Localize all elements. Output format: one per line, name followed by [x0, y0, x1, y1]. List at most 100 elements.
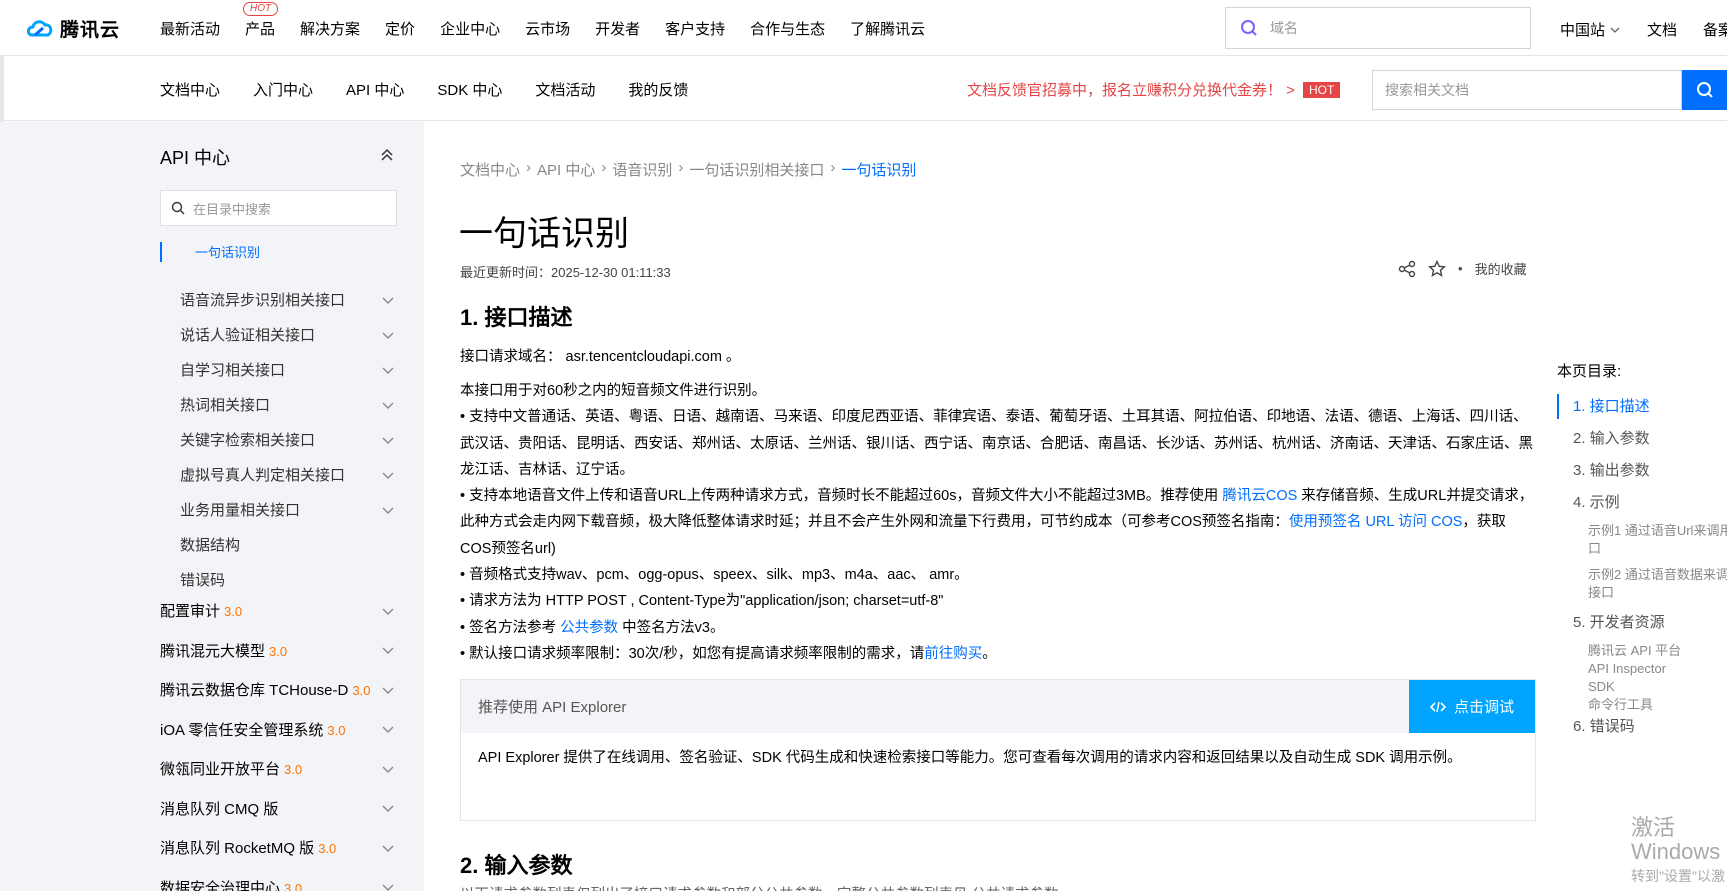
- nav-latest-activity[interactable]: 最新活动: [160, 18, 220, 39]
- toc-subitem[interactable]: 示例1 通过语音Url来调用接: [1557, 522, 1727, 540]
- chevron-down-icon[interactable]: [381, 433, 395, 447]
- sidebar-product-label: 腾讯云数据仓库 TCHouse-D: [160, 682, 349, 700]
- chevron-down-icon[interactable]: [381, 363, 395, 377]
- toc-subitem[interactable]: 腾讯云 API 平台: [1557, 642, 1727, 660]
- sidebar-product[interactable]: 微瓴同业开放平台 3.0: [160, 749, 395, 789]
- sidebar-product[interactable]: 数据安全治理中心 3.0: [160, 868, 395, 891]
- nav-support[interactable]: 客户支持: [665, 18, 725, 39]
- sidebar-products: 配置审计 3.0 腾讯混元大模型 3.0 腾讯云数据仓库 TCHouse-D 3.0 iOA…: [160, 591, 395, 891]
- sidebar-subitem[interactable]: 关键字检索相关接口: [180, 422, 395, 457]
- chevron-down-icon[interactable]: [381, 880, 395, 891]
- tencent-cloud-logo[interactable]: 腾讯云: [26, 15, 120, 42]
- sidebar-subitem-label: 虚拟号真人判定相关接口: [180, 467, 346, 484]
- sidebar-item-active[interactable]: 一句话识别: [160, 242, 260, 262]
- sidebar-subitem-label: 热词相关接口: [180, 397, 271, 414]
- hot-badge: HOT: [243, 2, 279, 16]
- toc-item[interactable]: 2. 输入参数: [1557, 426, 1727, 458]
- toc-subitem[interactable]: SDK: [1557, 678, 1727, 696]
- chevron-down-icon[interactable]: [381, 801, 395, 815]
- api-explorer-box: 推荐使用 API Explorer 点击调试 API Explorer 提供了在…: [460, 679, 1536, 821]
- breadcrumb-separator: ›: [678, 159, 684, 176]
- toc-subitem[interactable]: 示例2 通过语音数据来调用: [1557, 566, 1727, 584]
- tab-doc-activity[interactable]: 文档活动: [535, 79, 595, 100]
- toc-subitem[interactable]: 命令行工具: [1557, 696, 1727, 714]
- breadcrumb-item[interactable]: 文档中心: [460, 159, 520, 180]
- chevron-down-icon[interactable]: [381, 683, 395, 697]
- sidebar-subitem[interactable]: 说话人验证相关接口: [180, 317, 395, 352]
- chevron-down-icon[interactable]: [381, 468, 395, 482]
- presigned-url-link[interactable]: 使用预签名 URL 访问 COS: [1289, 514, 1462, 530]
- sidebar-subitem[interactable]: 虚拟号真人判定相关接口: [180, 457, 395, 492]
- sidebar-subitem-label: 自学习相关接口: [180, 362, 286, 379]
- domain-search-input[interactable]: 域名: [1225, 7, 1531, 49]
- sidebar-search-input[interactable]: 在目录中搜索: [160, 190, 397, 226]
- sidebar-product[interactable]: 消息队列 CMQ 版: [160, 789, 395, 829]
- sidebar-product[interactable]: 配置审计 3.0: [160, 591, 395, 631]
- sidebar-subitem[interactable]: 语音流异步识别相关接口: [180, 282, 395, 317]
- tab-sdk-center[interactable]: SDK 中心: [437, 79, 502, 100]
- toc-item[interactable]: 6. 错误码: [1557, 714, 1727, 746]
- api-explorer-title: 推荐使用 API Explorer: [478, 699, 627, 716]
- sidebar-product[interactable]: iOA 零信任安全管理系统 3.0: [160, 710, 395, 750]
- toc-subitem[interactable]: API Inspector: [1557, 660, 1727, 678]
- sidebar-subitem[interactable]: 热词相关接口: [180, 387, 395, 422]
- nav-solutions[interactable]: 解决方案: [300, 18, 360, 39]
- breadcrumb-item[interactable]: 一句话识别相关接口: [689, 159, 824, 180]
- breadcrumb-item[interactable]: API 中心: [537, 159, 595, 180]
- nav-pricing[interactable]: 定价: [385, 18, 415, 39]
- purchase-link[interactable]: 前往购买: [924, 646, 982, 662]
- nav-products[interactable]: 产品 HOT: [243, 2, 279, 39]
- toc-subitem[interactable]: 口: [1557, 540, 1727, 558]
- sidebar-product-label: 消息队列 CMQ 版: [160, 800, 279, 818]
- chevron-down-icon[interactable]: [381, 293, 395, 307]
- nav-developer[interactable]: 开发者: [595, 18, 640, 39]
- debug-button[interactable]: 点击调试: [1409, 680, 1535, 733]
- sidebar-product-label: 数据安全治理中心: [160, 879, 281, 891]
- promo-banner[interactable]: 文档反馈官招募中，报名立赚积分兑换代金券！ > HOT: [967, 79, 1341, 100]
- collapse-button[interactable]: [380, 148, 394, 167]
- region-selector[interactable]: 中国站: [1560, 19, 1621, 40]
- sidebar-product[interactable]: 腾讯云数据仓库 TCHouse-D 3.0: [160, 670, 395, 710]
- chevron-down-icon: [1610, 27, 1620, 33]
- toc-item[interactable]: 3. 输出参数: [1557, 458, 1727, 490]
- sidebar-product-label: iOA 零信任安全管理系统: [160, 721, 324, 739]
- sidebar-subitem[interactable]: 自学习相关接口: [180, 352, 395, 387]
- share-icon[interactable]: [1398, 260, 1416, 278]
- tab-api-center[interactable]: API 中心: [346, 79, 404, 100]
- toc-subitem[interactable]: 接口: [1557, 584, 1727, 602]
- chevron-down-icon[interactable]: [381, 643, 395, 657]
- chevron-down-icon[interactable]: [381, 722, 395, 736]
- tab-getting-started[interactable]: 入门中心: [253, 79, 313, 100]
- chevron-down-icon[interactable]: [381, 328, 395, 342]
- chevron-down-icon[interactable]: [381, 604, 395, 618]
- tab-my-feedback[interactable]: 我的反馈: [628, 79, 688, 100]
- doc-search-button[interactable]: [1682, 70, 1727, 110]
- chevron-down-icon[interactable]: [381, 398, 395, 412]
- chevron-down-icon[interactable]: [381, 762, 395, 776]
- cos-link[interactable]: 腾讯云COS: [1222, 488, 1297, 504]
- toc-title: 本页目录:: [1557, 363, 1622, 380]
- toc-item[interactable]: 4. 示例: [1557, 490, 1727, 522]
- docs-link[interactable]: 文档: [1647, 19, 1677, 40]
- my-favorites-link[interactable]: 我的收藏: [1475, 259, 1527, 278]
- sidebar-subitem[interactable]: 数据结构: [180, 527, 395, 562]
- beian-link[interactable]: 备案: [1703, 19, 1727, 40]
- tab-doc-center[interactable]: 文档中心: [160, 79, 220, 100]
- doc-search-input[interactable]: 搜索相关文档: [1372, 70, 1682, 110]
- sidebar-subitem[interactable]: 业务用量相关接口: [180, 492, 395, 527]
- chevron-down-icon[interactable]: [381, 841, 395, 855]
- nav-enterprise[interactable]: 企业中心: [440, 18, 500, 39]
- common-params-link[interactable]: 公共参数: [560, 620, 618, 636]
- section-heading-1: 1. 接口描述: [460, 305, 573, 330]
- star-icon[interactable]: [1428, 259, 1446, 278]
- breadcrumb-item[interactable]: 语音识别: [612, 159, 672, 180]
- nav-marketplace[interactable]: 云市场: [525, 18, 570, 39]
- sidebar-product[interactable]: 腾讯混元大模型 3.0: [160, 631, 395, 671]
- section2-partial: 以下请求参数列表仅列出了接口请求参数和部分公共参数，完整公共参数列表见 公共请求…: [460, 882, 1535, 891]
- chevron-down-icon[interactable]: [381, 503, 395, 517]
- nav-partners[interactable]: 合作与生态: [750, 18, 825, 39]
- sidebar-product[interactable]: 消息队列 RocketMQ 版 3.0: [160, 828, 395, 868]
- toc-item[interactable]: 1. 接口描述: [1557, 394, 1727, 419]
- toc-item[interactable]: 5. 开发者资源: [1557, 610, 1727, 642]
- nav-about[interactable]: 了解腾讯云: [850, 18, 925, 39]
